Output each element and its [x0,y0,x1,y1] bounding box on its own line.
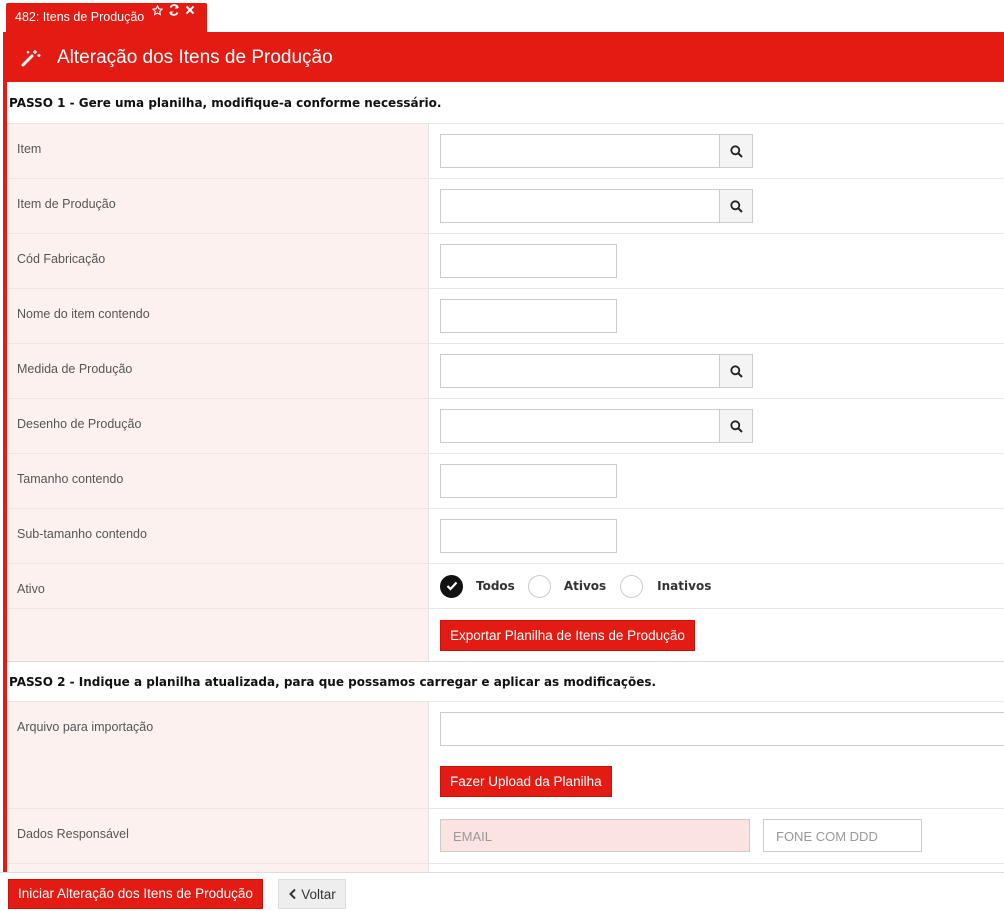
cod-fabricacao-label: Cód Fabricação [7,234,429,288]
form-row-ativo: Ativo Todos Ativos Inativos [7,563,1004,608]
medida-producao-input[interactable] [440,354,753,388]
ativo-label: Ativo [7,564,429,608]
item-producao-input[interactable] [440,189,753,223]
search-icon [729,364,743,378]
radio-inativos[interactable] [620,574,644,598]
search-icon [729,144,743,158]
nome-item-label: Nome do item contendo [7,289,429,343]
form-row-export: Exportar Planilha de Itens de Produção [7,608,1004,661]
step2-row: PASSO 2 - Indique a planilha atualizada,… [7,661,1004,701]
radio-inativos-label[interactable]: Inativos [657,579,711,593]
form-row-tamanho: Tamanho contendo [7,453,1004,508]
item-producao-label: Item de Produção [7,179,429,233]
search-icon [729,419,743,433]
nome-item-input[interactable] [440,299,617,333]
footer-bar: Iniciar Alteração dos Itens de Produção … [0,872,1004,911]
item-label: Item [7,124,429,178]
arquivo-input[interactable] [440,712,1004,746]
main-panel: Alteração dos Itens de Produção PASSO 1 … [3,32,1004,882]
form-row-desenho-producao: Desenho de Produção [7,398,1004,453]
desenho-producao-search-button[interactable] [719,409,753,443]
tamanho-label: Tamanho contendo [7,454,429,508]
form-row-nome-item: Nome do item contendo [7,288,1004,343]
start-alteration-button[interactable]: Iniciar Alteração dos Itens de Produção [8,879,263,909]
radio-todos[interactable] [440,574,463,598]
magic-wand-icon [21,50,41,67]
form-row-cod-fabricacao: Cód Fabricação [7,233,1004,288]
desenho-producao-label: Desenho de Produção [7,399,429,453]
step2-heading: PASSO 2 - Indique a planilha atualizada,… [9,675,657,689]
chevron-left-icon [289,888,296,900]
form-row-medida-producao: Medida de Produção [7,343,1004,398]
arquivo-label: Arquivo para importação [7,702,429,808]
back-button[interactable]: Voltar [278,879,346,909]
item-input[interactable] [440,134,753,168]
form-row-sub-tamanho: Sub-tamanho contendo [7,508,1004,563]
radio-ativos-label[interactable]: Ativos [564,579,606,593]
medida-producao-label: Medida de Produção [7,344,429,398]
radio-todos-label[interactable]: Todos [476,579,515,593]
form-row-dados: Dados Responsável EMAIL FONE COM DDD [7,808,1004,863]
sub-tamanho-label: Sub-tamanho contendo [7,509,429,563]
item-producao-search-button[interactable] [719,189,753,223]
form-row-item-producao: Item de Produção [7,178,1004,233]
form-row-item: Item [7,123,1004,178]
page-title: Alteração dos Itens de Produção [57,47,333,68]
export-button[interactable]: Exportar Planilha de Itens de Produção [440,620,695,651]
item-search-button[interactable] [719,134,753,168]
form-row-arquivo: Arquivo para importação Fazer Upload da … [7,701,1004,808]
export-label-cell [7,609,429,661]
desenho-producao-input[interactable] [440,409,753,443]
panel-header: Alteração dos Itens de Produção [7,34,1004,82]
check-icon [446,581,457,591]
search-icon [729,199,743,213]
cod-fabricacao-input[interactable] [440,244,617,278]
refresh-icon[interactable] [168,4,180,19]
upload-button[interactable]: Fazer Upload da Planilha [440,766,612,797]
radio-ativos[interactable] [527,574,551,598]
tab-title: 482: Itens de Produção [15,10,145,24]
document-tab[interactable]: 482: Itens de Produção [6,3,207,32]
step1-heading: PASSO 1 - Gere uma planilha, modifique-a… [9,96,442,110]
dados-label: Dados Responsável [7,809,429,863]
email-field[interactable]: EMAIL [440,819,750,852]
fone-field[interactable]: FONE COM DDD [763,819,922,852]
star-icon[interactable] [151,4,164,19]
back-button-label: Voltar [301,886,336,902]
sub-tamanho-input[interactable] [440,519,617,553]
tamanho-input[interactable] [440,464,617,498]
ativo-radio-group: Todos Ativos Inativos [440,574,711,598]
medida-producao-search-button[interactable] [719,354,753,388]
close-icon[interactable] [185,5,195,18]
